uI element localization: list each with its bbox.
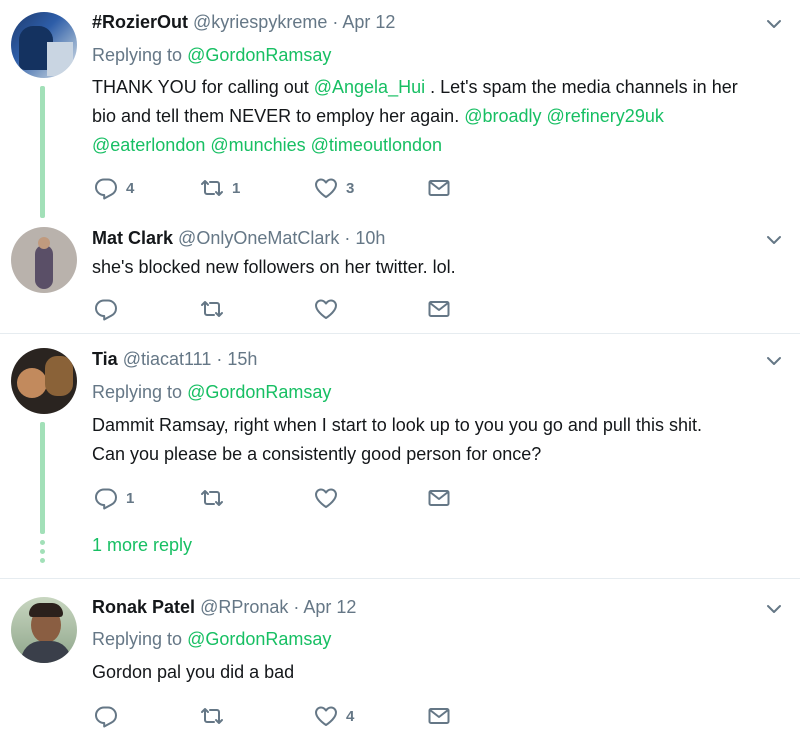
tweet-rozierout[interactable]: #RozierOut @kyriespykreme · Apr 12 Reply… [0, 0, 800, 218]
handle[interactable]: @tiacat111 [123, 349, 212, 369]
avatar[interactable] [11, 12, 77, 78]
replying-label: Replying to [92, 629, 183, 649]
avatar[interactable] [11, 227, 77, 293]
retweet-button[interactable]: 1 [200, 176, 240, 200]
chevron-down-icon[interactable] [766, 16, 782, 32]
tweet-ronak-patel[interactable]: Ronak Patel @RPronak · Apr 12 Replying t… [0, 579, 800, 736]
mention-link[interactable]: @eaterlondon @munchies @timeoutlondon [92, 135, 442, 155]
replying-to: Replying to @GordonRamsay [92, 45, 331, 66]
handle[interactable]: @RPronak [200, 597, 288, 617]
display-name[interactable]: Ronak Patel [92, 597, 195, 617]
envelope-icon [427, 297, 451, 321]
tweet-text: THANK YOU for calling out @Angela_Hui . … [92, 73, 782, 160]
chevron-down-icon[interactable] [766, 601, 782, 617]
heart-icon [314, 486, 338, 510]
timestamp[interactable]: · Apr 12 [332, 12, 395, 32]
avatar[interactable] [11, 348, 77, 414]
replying-to-handle[interactable]: @GordonRamsay [187, 629, 331, 649]
heart-icon [314, 297, 338, 321]
replying-to-handle[interactable]: @GordonRamsay [187, 45, 331, 65]
chevron-down-icon[interactable] [766, 232, 782, 248]
avatar[interactable] [11, 597, 77, 663]
reply-button[interactable] [94, 704, 126, 728]
tweet-text: Gordon pal you did a bad [92, 662, 295, 682]
chevron-down-icon[interactable] [766, 353, 782, 369]
envelope-icon [427, 704, 451, 728]
envelope-icon [427, 176, 451, 200]
reply-icon [94, 486, 118, 510]
dm-button[interactable] [427, 297, 451, 321]
tweet-tia[interactable]: Tia @tiacat111 · 15h Replying to @Gordon… [0, 334, 800, 578]
like-button[interactable]: 4 [314, 704, 354, 728]
heart-icon [314, 176, 338, 200]
thread-line [40, 422, 45, 534]
dm-button[interactable] [427, 704, 451, 728]
handle[interactable]: @kyriespykreme [193, 12, 327, 32]
show-more-replies-link[interactable]: 1 more reply [92, 535, 192, 556]
like-count: 3 [346, 179, 355, 197]
replying-to: Replying to @GordonRamsay [92, 382, 331, 403]
envelope-icon [427, 486, 451, 510]
retweet-icon [200, 486, 224, 510]
text-segment: . Let's spam the media channels in her [425, 77, 738, 97]
dm-button[interactable] [427, 486, 451, 510]
reply-count: 1 [126, 489, 135, 507]
text-line: Can you please be a consistently good pe… [92, 444, 542, 464]
text-segment: bio and tell them NEVER to employ her ag… [92, 106, 465, 126]
replying-to: Replying to @GordonRamsay [92, 629, 331, 650]
like-button[interactable] [314, 486, 346, 510]
tweet-header: Mat Clark @OnlyOneMatClark · 10h [92, 228, 385, 249]
replying-label: Replying to [92, 45, 183, 65]
replying-to-handle[interactable]: @GordonRamsay [187, 382, 331, 402]
thread-line [40, 86, 45, 218]
reply-button[interactable] [94, 297, 126, 321]
tweet-header: #RozierOut @kyriespykreme · Apr 12 [92, 12, 395, 33]
reply-button[interactable]: 1 [94, 486, 134, 510]
retweet-button[interactable] [200, 297, 232, 321]
tweet-header: Ronak Patel @RPronak · Apr 12 [92, 597, 356, 618]
retweet-button[interactable] [200, 486, 232, 510]
like-count: 4 [346, 707, 355, 725]
text-segment: THANK YOU for calling out [92, 77, 314, 97]
tweet-header: Tia @tiacat111 · 15h [92, 349, 257, 370]
display-name[interactable]: Mat Clark [92, 228, 173, 248]
mention-link[interactable]: @Angela_Hui [314, 77, 425, 97]
display-name[interactable]: #RozierOut [92, 12, 188, 32]
retweet-icon [200, 176, 224, 200]
retweet-count: 1 [232, 179, 241, 197]
retweet-icon [200, 704, 224, 728]
dm-button[interactable] [427, 176, 451, 200]
retweet-button[interactable] [200, 704, 232, 728]
heart-icon [314, 704, 338, 728]
reply-count: 4 [126, 179, 135, 197]
tweet-text: she's blocked new followers on her twitt… [92, 257, 456, 277]
reply-icon [94, 176, 118, 200]
handle[interactable]: @OnlyOneMatClark [178, 228, 339, 248]
text-line: Dammit Ramsay, right when I start to loo… [92, 415, 702, 435]
like-button[interactable] [314, 297, 346, 321]
timestamp[interactable]: · 15h [216, 349, 257, 369]
timestamp[interactable]: · Apr 12 [293, 597, 356, 617]
display-name[interactable]: Tia [92, 349, 118, 369]
like-button[interactable]: 3 [314, 176, 354, 200]
tweet-text: Dammit Ramsay, right when I start to loo… [92, 411, 782, 469]
tweet-mat-clark[interactable]: Mat Clark @OnlyOneMatClark · 10h she's b… [0, 215, 800, 333]
mention-link[interactable]: @broadly @refinery29uk [464, 106, 664, 126]
timestamp[interactable]: · 10h [344, 228, 385, 248]
retweet-icon [200, 297, 224, 321]
reply-button[interactable]: 4 [94, 176, 134, 200]
reply-icon [94, 297, 118, 321]
reply-icon [94, 704, 118, 728]
thread-dots [40, 540, 45, 567]
replying-label: Replying to [92, 382, 183, 402]
